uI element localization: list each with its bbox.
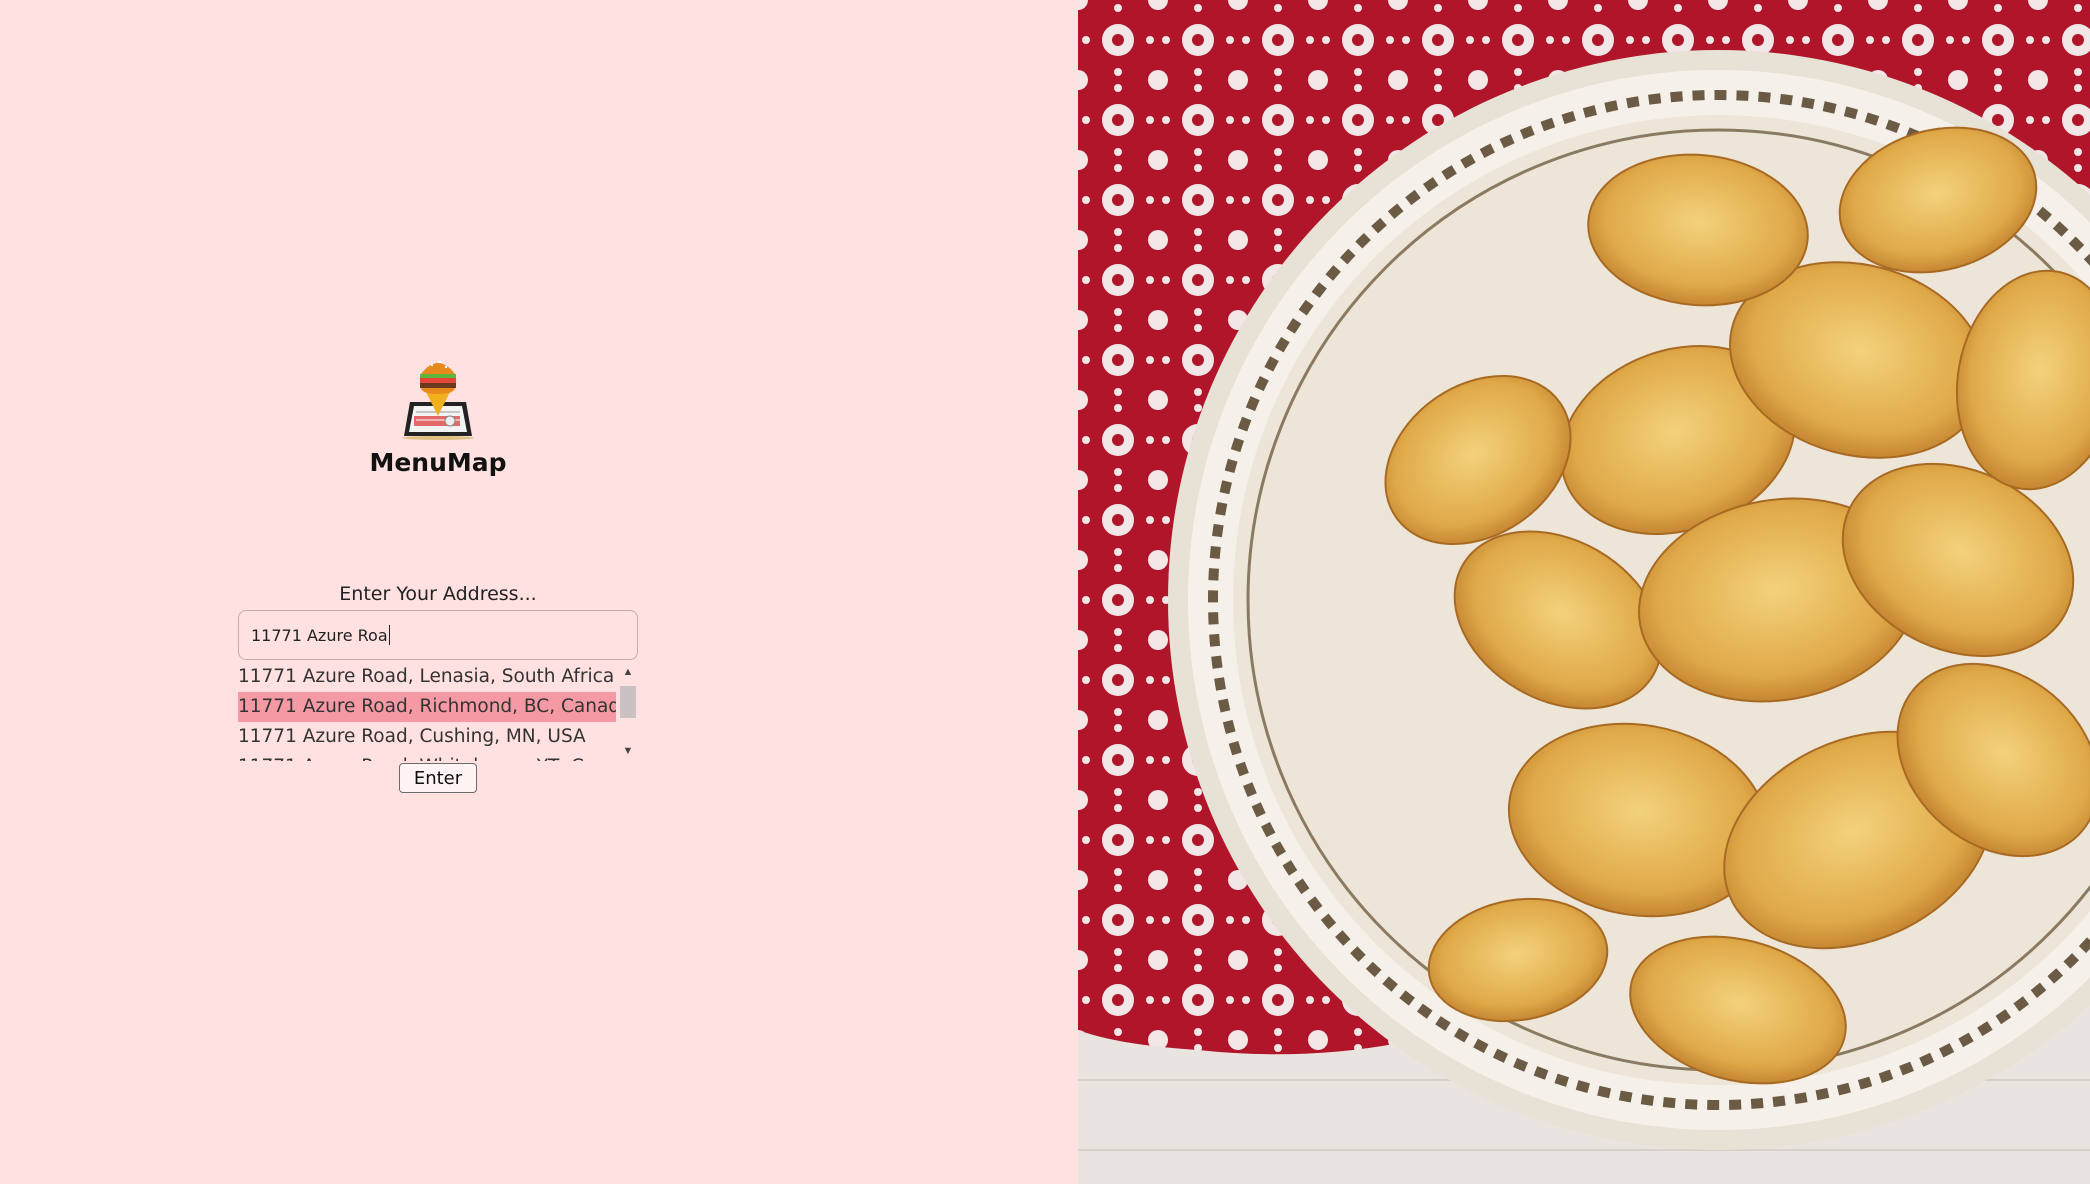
left-panel: MenuMap Enter Your Address... 11771 Azur… — [0, 0, 1078, 1184]
suggestion-list: 11771 Azure Road, Lenasia, South Africa … — [238, 662, 616, 761]
enter-button[interactable]: Enter — [399, 763, 477, 793]
suggestion-item[interactable]: 11771 Azure Road, Whitehorse, YT, Canada — [238, 752, 616, 761]
suggestion-item[interactable]: 11771 Azure Road, Lenasia, South Africa — [238, 662, 616, 692]
address-prompt: Enter Your Address... — [339, 583, 537, 605]
suggestion-item[interactable]: 11771 Azure Road, Cushing, MN, USA — [238, 722, 616, 752]
potato-chips-bowl-photo — [1078, 0, 2090, 1184]
scrollbar-thumb[interactable] — [620, 686, 636, 718]
suggestions-scrollbar[interactable]: ▲ ▼ — [618, 662, 638, 761]
address-suggestions[interactable]: 11771 Azure Road, Lenasia, South Africa … — [238, 662, 638, 761]
text-caret — [388, 625, 390, 645]
suggestion-item-selected[interactable]: 11771 Azure Road, Richmond, BC, Canada — [238, 692, 616, 722]
scroll-up-icon[interactable]: ▲ — [618, 664, 638, 680]
app-title: MenuMap — [369, 448, 507, 477]
burger-map-logo-icon — [394, 350, 482, 442]
scroll-down-icon[interactable]: ▼ — [618, 743, 638, 759]
address-input-value: 11771 Azure Roa — [251, 625, 388, 645]
address-input[interactable]: 11771 Azure Roa — [238, 610, 638, 660]
